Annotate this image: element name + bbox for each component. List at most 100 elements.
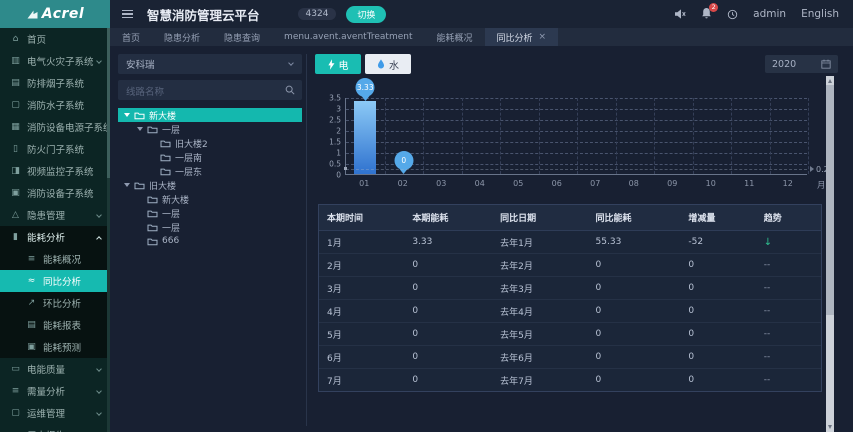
energy-icon: ▮ bbox=[13, 232, 18, 242]
table-cell: 0 bbox=[680, 345, 756, 369]
search-icon[interactable] bbox=[285, 85, 295, 95]
sidebar-item[interactable]: ▦ 消防设备电源子系统 bbox=[0, 116, 110, 138]
sidebar-item[interactable]: ▤ 防排烟子系统 bbox=[0, 72, 110, 94]
tree-node[interactable]: 一层南 bbox=[118, 150, 302, 164]
caret-down-icon[interactable] bbox=[137, 127, 143, 131]
org-select[interactable]: 安科瑞 bbox=[118, 54, 302, 74]
switch-button[interactable]: 切换 bbox=[346, 5, 387, 23]
y-axis-tick: 1 bbox=[336, 148, 341, 158]
language-switch[interactable]: English bbox=[801, 8, 839, 20]
scroll-down-icon[interactable] bbox=[828, 425, 832, 429]
chevron-down-icon bbox=[96, 410, 102, 416]
caret-down-icon[interactable] bbox=[124, 113, 130, 117]
sidebar-item[interactable]: ▤ 能耗报表 bbox=[0, 314, 110, 336]
sidebar-item[interactable]: ▢ 运维管理 bbox=[0, 402, 110, 424]
table-cell: 0 bbox=[680, 368, 756, 391]
chevron-down-icon bbox=[96, 58, 102, 64]
sidebar-scrollbar[interactable] bbox=[107, 28, 110, 432]
tree-node[interactable]: 旧大楼 bbox=[118, 178, 302, 192]
sidebar-scroll-thumb[interactable] bbox=[107, 28, 110, 178]
sidebar-item[interactable]: ▢ 消防水子系统 bbox=[0, 94, 110, 116]
tree-node[interactable]: 新大楼 bbox=[118, 192, 302, 206]
report-icon: ▤ bbox=[27, 320, 36, 330]
grid-line bbox=[615, 98, 617, 174]
scrollbar-thumb[interactable] bbox=[826, 85, 834, 315]
tree-node-label: 新大楼 bbox=[149, 111, 177, 122]
table-cell: 去年7月 bbox=[492, 368, 588, 391]
chevron-down-icon bbox=[96, 388, 102, 394]
tree-node[interactable]: 一层 bbox=[118, 220, 302, 234]
vertical-scrollbar[interactable] bbox=[826, 76, 834, 432]
y-axis-tick: 1.5 bbox=[329, 137, 341, 147]
sidebar-item[interactable]: ⌂ 首页 bbox=[0, 28, 110, 50]
electric-toggle-button[interactable]: 电 bbox=[315, 54, 361, 74]
brand-name: Acrel bbox=[41, 6, 85, 22]
brand-logo[interactable]: Acrel bbox=[0, 0, 110, 28]
tab-label: menu.avent.aventTreatment bbox=[284, 32, 413, 42]
table-cell: 8月 bbox=[319, 392, 404, 393]
x-axis-tick: 01 bbox=[359, 179, 370, 188]
clock-icon[interactable] bbox=[727, 9, 738, 20]
forecast-icon: ▣ bbox=[27, 342, 36, 352]
sidebar-item[interactable]: ▣ 能耗预测 bbox=[0, 336, 110, 358]
table-cell: 0 bbox=[404, 322, 493, 346]
x-axis-tick: 05 bbox=[513, 179, 524, 188]
year-picker[interactable]: 2020 bbox=[765, 55, 838, 73]
caret-down-icon[interactable] bbox=[124, 183, 130, 187]
device-tree-panel: 安科瑞 新大楼一层旧大楼2一层南一层东旧大楼新大楼一层一层666 bbox=[118, 54, 302, 432]
tree-node[interactable]: 一层 bbox=[118, 122, 302, 136]
grid-line bbox=[769, 98, 771, 174]
sidebar-item[interactable]: ▥ 电气火灾子系统 bbox=[0, 50, 110, 72]
tree-node[interactable]: 666 bbox=[118, 234, 302, 248]
tab-label: 隐患分析 bbox=[164, 33, 201, 44]
table-cell: 4月 bbox=[319, 299, 405, 323]
folder-open-icon bbox=[147, 195, 158, 204]
tree-node[interactable]: 一层 bbox=[118, 206, 302, 220]
search-input[interactable] bbox=[118, 82, 302, 103]
sidebar-item[interactable]: ▭用电报告 bbox=[0, 424, 110, 432]
sidebar-item[interactable]: ▣ 消防设备子系统 bbox=[0, 182, 110, 204]
tab[interactable]: menu.avent.aventTreatment bbox=[272, 28, 424, 46]
sidebar-item[interactable]: ▭ 电能质量 bbox=[0, 358, 110, 380]
quality-icon: ▭ bbox=[11, 364, 20, 374]
table-cell: 0 bbox=[680, 299, 756, 323]
sidebar-item-label: 能耗概况 bbox=[43, 255, 82, 266]
video-icon: ◨ bbox=[11, 166, 20, 176]
sidebar-item[interactable]: ≈ 同比分析 bbox=[0, 270, 110, 292]
tree-node[interactable]: 旧大楼2 bbox=[118, 136, 302, 150]
tab[interactable]: 同比分析 × bbox=[484, 28, 559, 46]
sidebar-item[interactable]: ▮ 能耗分析 bbox=[0, 226, 110, 248]
chevron-down-icon bbox=[288, 60, 294, 66]
sidebar-item[interactable]: ≡ 能耗概况 bbox=[0, 248, 110, 270]
tab[interactable]: 能耗概况 bbox=[425, 28, 485, 46]
tree-node[interactable]: 一层东 bbox=[118, 164, 302, 178]
table-row: 3月 0 去年3月 0 0 -- bbox=[319, 276, 821, 300]
folder-icon bbox=[160, 153, 171, 162]
sidebar-item[interactable]: ≡ 需量分析 bbox=[0, 380, 110, 402]
table-cell: 0 bbox=[587, 276, 681, 300]
notifications[interactable]: 2 bbox=[701, 2, 719, 22]
water-toggle-button[interactable]: 水 bbox=[365, 54, 411, 74]
scroll-up-icon[interactable] bbox=[828, 79, 832, 83]
year-picker-value: 2020 bbox=[772, 58, 797, 70]
tree-node-label: 一层 bbox=[162, 209, 181, 220]
close-icon[interactable]: × bbox=[539, 32, 547, 42]
tab[interactable]: 首页 bbox=[110, 28, 152, 46]
sidebar-item[interactable]: △ 隐患管理 bbox=[0, 204, 110, 226]
x-axis-tick: 03 bbox=[436, 179, 447, 188]
tree-node[interactable]: 新大楼 bbox=[118, 108, 302, 122]
tab[interactable]: 隐患查询 bbox=[212, 28, 272, 46]
speaker-icon[interactable] bbox=[674, 8, 686, 20]
table-cell: 6月 bbox=[319, 345, 405, 369]
menu-collapse-icon[interactable] bbox=[122, 9, 133, 19]
tree-node-label: 一层东 bbox=[175, 167, 203, 178]
tab-label: 隐患查询 bbox=[224, 33, 261, 44]
sidebar-item[interactable]: ◨ 视频监控子系统 bbox=[0, 160, 110, 182]
table-cell: 1月 bbox=[319, 230, 405, 254]
table-cell: 0 bbox=[587, 253, 681, 277]
username[interactable]: admin bbox=[753, 8, 786, 20]
table-row: 6月 0 去年6月 0 0 -- bbox=[319, 345, 821, 369]
sidebar-item[interactable]: ▯ 防火门子系统 bbox=[0, 138, 110, 160]
sidebar-item[interactable]: ↗ 环比分析 bbox=[0, 292, 110, 314]
tab[interactable]: 隐患分析 bbox=[152, 28, 212, 46]
